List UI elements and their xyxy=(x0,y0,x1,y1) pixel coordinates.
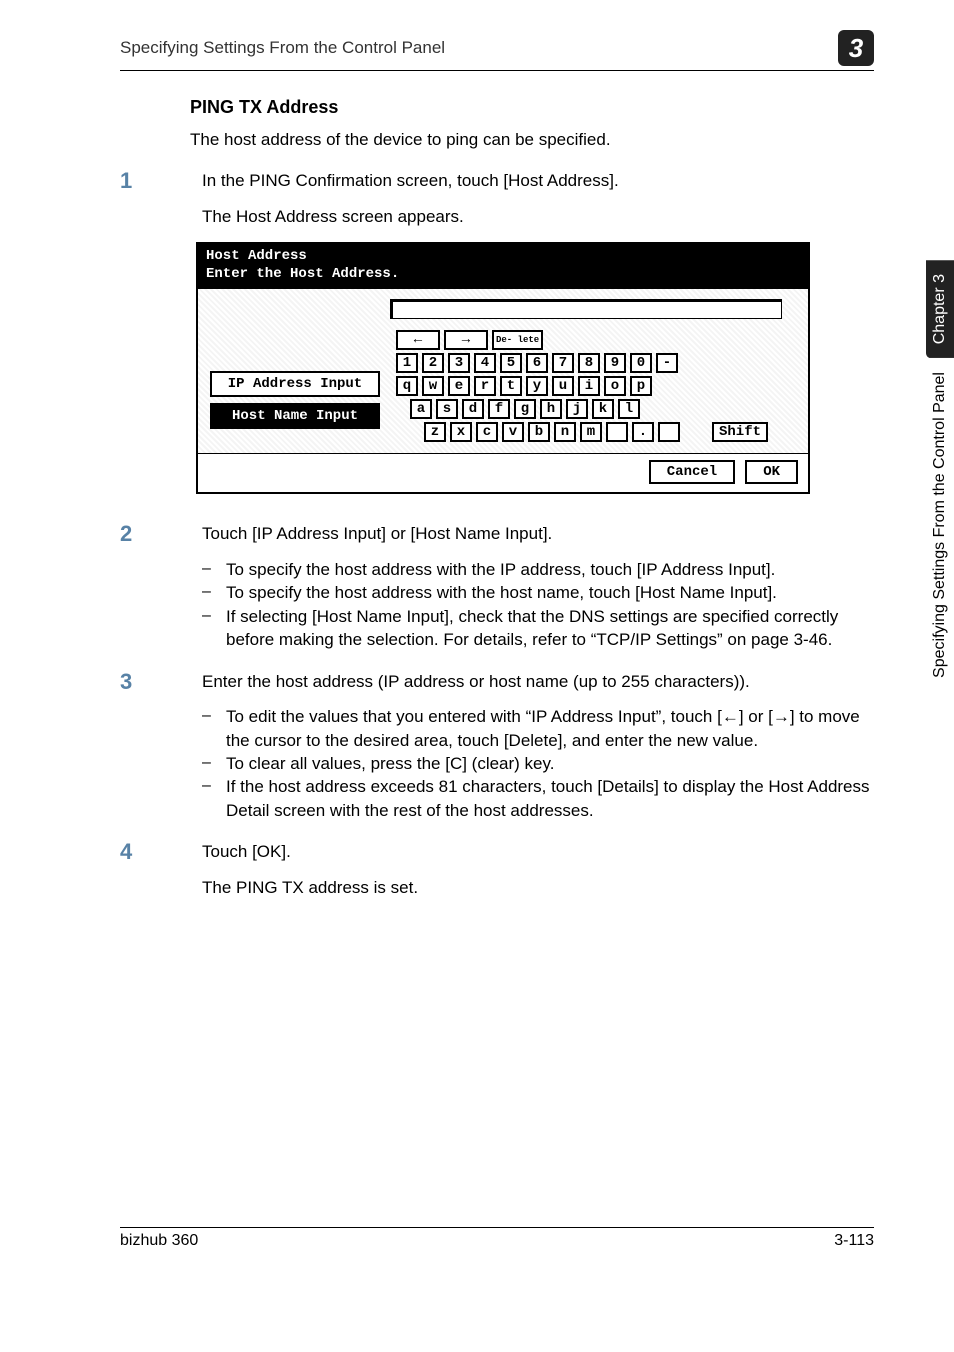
chapter-badge: 3 xyxy=(838,30,874,66)
key-j[interactable]: j xyxy=(566,399,588,419)
bullet-dash: – xyxy=(202,775,212,822)
running-title: Specifying Settings From the Control Pan… xyxy=(120,38,445,58)
step-subtext: The PING TX address is set. xyxy=(202,876,874,899)
dialog-title: Host Address xyxy=(206,248,800,266)
ok-button[interactable]: OK xyxy=(745,460,798,484)
key-i[interactable]: i xyxy=(578,376,600,396)
key-d[interactable]: d xyxy=(462,399,484,419)
key-x[interactable]: x xyxy=(450,422,472,442)
key-l[interactable]: l xyxy=(618,399,640,419)
host-name-input-button[interactable]: Host Name Input xyxy=(210,403,380,429)
bullet-dash: – xyxy=(202,558,212,581)
side-chapter-label: Chapter 3 xyxy=(926,260,954,358)
host-address-field[interactable] xyxy=(390,299,782,319)
step-text: In the PING Confirmation screen, touch [… xyxy=(202,169,874,192)
key-f[interactable]: f xyxy=(488,399,510,419)
arrow-right-key[interactable]: → xyxy=(444,330,488,350)
step-number: 2 xyxy=(120,522,138,651)
bullet-dash: – xyxy=(202,705,212,752)
key-g[interactable]: g xyxy=(514,399,536,419)
key-t[interactable]: t xyxy=(500,376,522,396)
key-dot[interactable]: . xyxy=(632,422,654,442)
bullet-text: If selecting [Host Name Input], check th… xyxy=(226,605,874,652)
key-3[interactable]: 3 xyxy=(448,353,470,373)
side-section-label: Specifying Settings From the Control Pan… xyxy=(926,358,954,692)
key-4[interactable]: 4 xyxy=(474,353,496,373)
key-9[interactable]: 9 xyxy=(604,353,626,373)
arrow-left-key[interactable]: ← xyxy=(396,330,440,350)
key-blank2[interactable] xyxy=(658,422,680,442)
step-number: 3 xyxy=(120,670,138,823)
step-number: 1 xyxy=(120,169,138,504)
step-text: Touch [IP Address Input] or [Host Name I… xyxy=(202,522,874,545)
bullet-text: To clear all values, press the [C] (clea… xyxy=(226,752,554,775)
step-number: 4 xyxy=(120,840,138,911)
bullet-text: If the host address exceeds 81 character… xyxy=(226,775,874,822)
bullet-text: To edit the values that you entered with… xyxy=(226,705,874,752)
bullet-text: To specify the host address with the IP … xyxy=(226,558,775,581)
delete-key[interactable]: De- lete xyxy=(492,330,543,350)
key-c[interactable]: c xyxy=(476,422,498,442)
key-w[interactable]: w xyxy=(422,376,444,396)
key-0[interactable]: 0 xyxy=(630,353,652,373)
key-r[interactable]: r xyxy=(474,376,496,396)
key-2[interactable]: 2 xyxy=(422,353,444,373)
key-1[interactable]: 1 xyxy=(396,353,418,373)
footer-model: bizhub 360 xyxy=(120,1232,198,1250)
ip-address-input-button[interactable]: IP Address Input xyxy=(210,371,380,397)
intro-text: The host address of the device to ping c… xyxy=(190,128,874,151)
key-h[interactable]: h xyxy=(540,399,562,419)
dialog-header: Host Address Enter the Host Address. xyxy=(198,244,808,289)
step-text: Touch [OK]. xyxy=(202,840,874,863)
bullet-text: To specify the host address with the hos… xyxy=(226,581,777,604)
key-a[interactable]: a xyxy=(410,399,432,419)
step-subtext: The Host Address screen appears. xyxy=(202,205,874,228)
key-v[interactable]: v xyxy=(502,422,524,442)
key-e[interactable]: e xyxy=(448,376,470,396)
key-6[interactable]: 6 xyxy=(526,353,548,373)
key-blank1[interactable] xyxy=(606,422,628,442)
key-dash[interactable]: - xyxy=(656,353,678,373)
key-5[interactable]: 5 xyxy=(500,353,522,373)
key-q[interactable]: q xyxy=(396,376,418,396)
bullet-dash: – xyxy=(202,605,212,652)
key-8[interactable]: 8 xyxy=(578,353,600,373)
step-text: Enter the host address (IP address or ho… xyxy=(202,670,874,693)
key-z[interactable]: z xyxy=(424,422,446,442)
key-b[interactable]: b xyxy=(528,422,550,442)
key-y[interactable]: y xyxy=(526,376,548,396)
bullet-dash: – xyxy=(202,752,212,775)
on-screen-keyboard: ← → De- lete 1 2 3 4 5 xyxy=(396,327,796,445)
key-7[interactable]: 7 xyxy=(552,353,574,373)
key-n[interactable]: n xyxy=(554,422,576,442)
key-s[interactable]: s xyxy=(436,399,458,419)
section-heading: PING TX Address xyxy=(190,97,874,118)
cancel-button[interactable]: Cancel xyxy=(649,460,735,484)
side-tab: Chapter 3 Specifying Settings From the C… xyxy=(926,260,954,692)
key-m[interactable]: m xyxy=(580,422,602,442)
key-o[interactable]: o xyxy=(604,376,626,396)
key-p[interactable]: p xyxy=(630,376,652,396)
host-address-dialog: Host Address Enter the Host Address. IP … xyxy=(196,242,810,494)
shift-key[interactable]: Shift xyxy=(712,422,768,442)
footer-page: 3-113 xyxy=(834,1232,874,1250)
dialog-subtitle: Enter the Host Address. xyxy=(206,266,800,284)
key-k[interactable]: k xyxy=(592,399,614,419)
bullet-dash: – xyxy=(202,581,212,604)
key-u[interactable]: u xyxy=(552,376,574,396)
